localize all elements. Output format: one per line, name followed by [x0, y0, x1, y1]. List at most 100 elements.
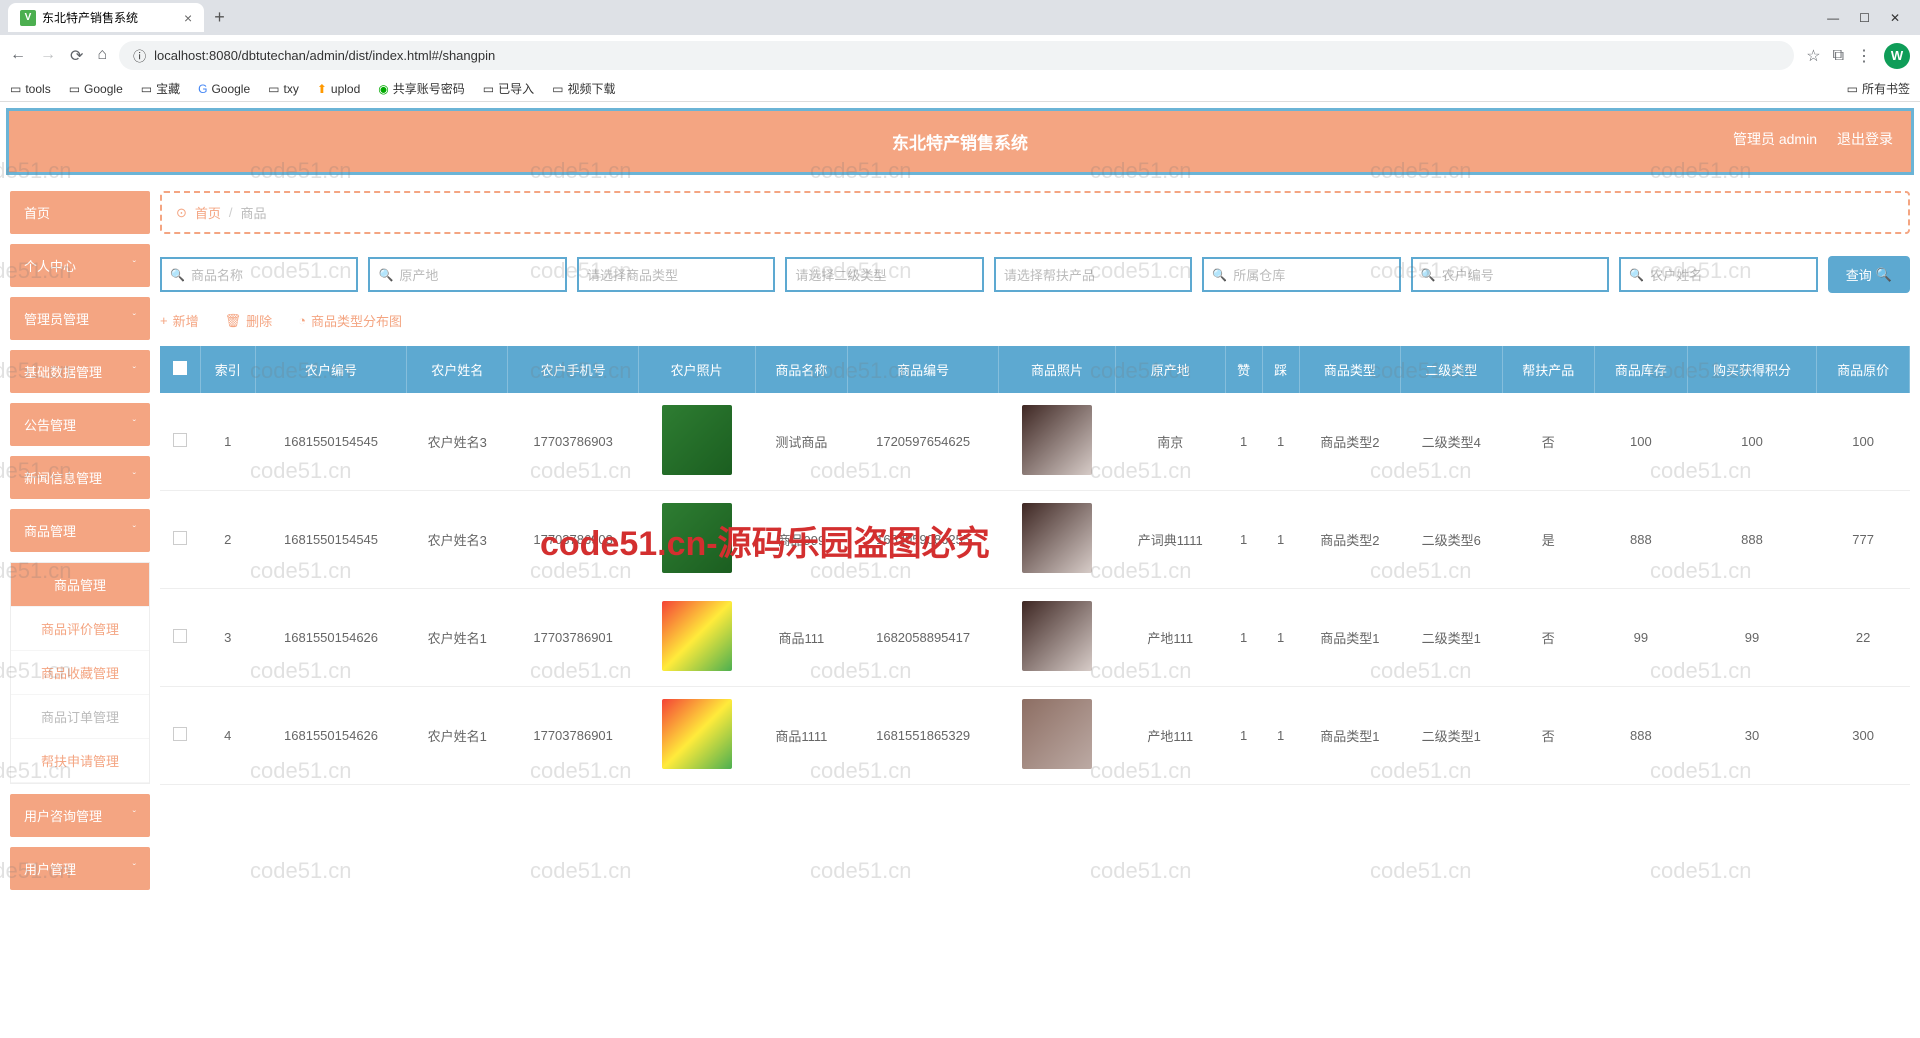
bookmark-item[interactable]: G Google [198, 82, 250, 96]
close-tab-icon[interactable]: × [184, 10, 192, 26]
checkbox-all[interactable] [173, 361, 187, 375]
bookmark-item[interactable]: ▭ tools [10, 82, 51, 96]
forward-icon[interactable]: → [40, 46, 56, 66]
cell-stock: 100 [1595, 393, 1688, 491]
add-button[interactable]: +新增 [160, 311, 199, 330]
menu-notice[interactable]: 公告管理ˇ [10, 403, 150, 446]
home-icon[interactable]: ⌂ [97, 46, 107, 66]
table-header: 购买获得积分 [1687, 346, 1817, 393]
cell-stock: 888 [1595, 687, 1688, 785]
table-row: 2 1681550154545 农户姓名3 17703786903 商品999 … [160, 491, 1910, 589]
profile-avatar[interactable]: W [1884, 43, 1910, 69]
cell-farmer-name: 农户姓名3 [407, 491, 508, 589]
minimize-icon[interactable]: — [1827, 11, 1839, 25]
search-icon: 🔍 [378, 268, 393, 282]
browser-tab[interactable]: V 东北特产销售系统 × [8, 3, 204, 32]
cell-dislike: 1 [1262, 393, 1299, 491]
menu-product[interactable]: 商品管理ˇ [10, 509, 150, 552]
image-thumbnail [662, 405, 732, 475]
chevron-down-icon: ˇ [133, 525, 136, 536]
image-thumbnail [1022, 405, 1092, 475]
cell-points: 99 [1687, 589, 1817, 687]
cell-like: 1 [1225, 589, 1262, 687]
image-thumbnail [1022, 699, 1092, 769]
tab-title: 东北特产销售系统 [42, 9, 138, 26]
cell-product-photo [999, 393, 1116, 491]
breadcrumb-home[interactable]: 首页 [195, 203, 221, 222]
cell-farmer-phone: 17703786901 [508, 687, 638, 785]
browser-chrome: V 东北特产销售系统 × + — ☐ ✕ ← → ⟳ ⌂ ⓘ localhost… [0, 0, 1920, 102]
bookmark-item[interactable]: ▭ Google [69, 82, 123, 96]
url-input[interactable]: ⓘ localhost:8080/dbtutechan/admin/dist/i… [119, 41, 1794, 70]
menu-consult[interactable]: 用户咨询管理ˇ [10, 794, 150, 837]
menu-admin[interactable]: 管理员管理ˇ [10, 297, 150, 340]
cell-farmer-no: 1681550154545 [256, 393, 407, 491]
search-product-type[interactable]: 请选择商品类型 [577, 257, 775, 292]
logout-link[interactable]: 退出登录 [1837, 129, 1893, 149]
sub-product-collect[interactable]: 商品收藏管理 [11, 651, 149, 695]
search-icon: 🔍 [1876, 267, 1892, 283]
reload-icon[interactable]: ⟳ [70, 46, 83, 66]
search-help-product[interactable]: 请选择帮扶产品 [994, 257, 1192, 292]
table-header: 农户姓名 [407, 346, 508, 393]
table-header: 商品编号 [848, 346, 999, 393]
maximize-icon[interactable]: ☐ [1859, 11, 1870, 25]
table-header: 帮扶产品 [1502, 346, 1595, 393]
row-checkbox[interactable] [173, 531, 187, 545]
user-info[interactable]: 管理员 admin [1733, 129, 1817, 149]
site-info-icon[interactable]: ⓘ [133, 46, 146, 65]
sub-product-manage[interactable]: 商品管理 [11, 563, 149, 607]
search-farmer-name[interactable]: 🔍农户姓名 [1619, 257, 1817, 292]
chevron-down-icon: ˇ [133, 313, 136, 324]
window-controls: — ☐ ✕ [1827, 11, 1912, 25]
bookmark-item[interactable]: ◉ 共享账号密码 [378, 80, 465, 97]
close-window-icon[interactable]: ✕ [1890, 11, 1900, 25]
cell-product-no: 1720597654625 [848, 393, 999, 491]
cell-price: 22 [1817, 589, 1910, 687]
menu-basedata[interactable]: 基础数据管理ˇ [10, 350, 150, 393]
cell-farmer-photo [638, 491, 755, 589]
search-origin[interactable]: 🔍原产地 [368, 257, 566, 292]
cell-farmer-phone: 17703786903 [508, 491, 638, 589]
star-icon[interactable]: ☆ [1806, 46, 1820, 66]
sub-product-review[interactable]: 商品评价管理 [11, 607, 149, 651]
table-header: 农户照片 [638, 346, 755, 393]
menu-personal[interactable]: 个人中心ˇ [10, 244, 150, 287]
sub-help-apply[interactable]: 帮扶申请管理 [11, 739, 149, 783]
extensions-icon[interactable]: ⧉ [1833, 47, 1844, 65]
cell-like: 1 [1225, 393, 1262, 491]
bookmark-item[interactable]: ⬆ uplod [317, 82, 360, 96]
search-warehouse[interactable]: 🔍所属仓库 [1202, 257, 1400, 292]
row-checkbox[interactable] [173, 433, 187, 447]
menu-home[interactable]: 首页 [10, 191, 150, 234]
menu-news[interactable]: 新闻信息管理ˇ [10, 456, 150, 499]
new-tab-button[interactable]: + [204, 3, 235, 32]
bookmark-item[interactable]: ▭ 视频下载 [552, 80, 615, 97]
cell-stype: 二级类型1 [1401, 589, 1502, 687]
search-icon: 🔍 [1629, 268, 1644, 282]
cell-stock: 888 [1595, 491, 1688, 589]
delete-button[interactable]: 🗑删除 [225, 311, 273, 330]
search-product-name[interactable]: 🔍商品名称 [160, 257, 358, 292]
table-row: 4 1681550154626 农户姓名1 17703786901 商品1111… [160, 687, 1910, 785]
image-thumbnail [662, 503, 732, 573]
all-bookmarks[interactable]: ▭ 所有书签 [1847, 80, 1910, 97]
search-farmer-no[interactable]: 🔍农户编号 [1411, 257, 1609, 292]
cell-product-photo [999, 589, 1116, 687]
back-icon[interactable]: ← [10, 46, 26, 66]
row-checkbox[interactable] [173, 629, 187, 643]
sub-product-order[interactable]: 商品订单管理 [11, 695, 149, 739]
search-icon: 🔍 [1212, 268, 1227, 282]
bookmark-item[interactable]: ▭ 已导入 [483, 80, 534, 97]
cell-index: 2 [200, 491, 256, 589]
chart-button[interactable]: ◔商品类型分布图 [298, 311, 402, 330]
menu-icon[interactable]: ⋮ [1856, 46, 1872, 66]
query-button[interactable]: 查询 🔍 [1828, 256, 1910, 293]
row-checkbox[interactable] [173, 727, 187, 741]
menu-user[interactable]: 用户管理ˇ [10, 847, 150, 890]
cell-origin: 产词典1111 [1115, 491, 1225, 589]
address-bar: ← → ⟳ ⌂ ⓘ localhost:8080/dbtutechan/admi… [0, 35, 1920, 76]
search-second-type[interactable]: 请选择二级类型 [785, 257, 983, 292]
bookmark-item[interactable]: ▭ txy [268, 82, 299, 96]
bookmark-item[interactable]: ▭ 宝藏 [141, 80, 180, 97]
